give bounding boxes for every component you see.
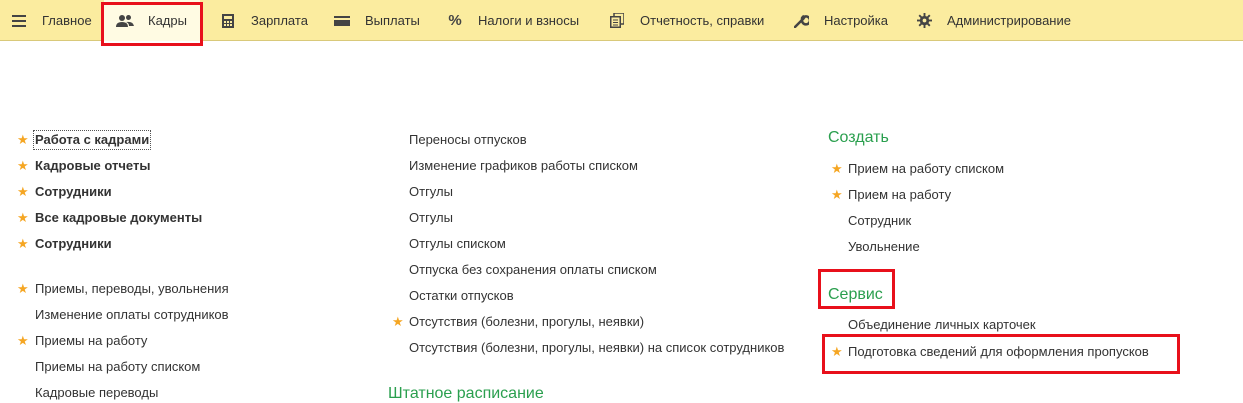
section-create-title: Создать <box>828 129 889 146</box>
star-icon: ★ <box>831 344 843 359</box>
gear-icon <box>915 13 933 29</box>
menu-main-label: Главное <box>42 13 92 28</box>
link-create-employee[interactable]: Сотрудник <box>848 213 911 229</box>
menu-salary[interactable]: Зарплата <box>219 0 308 41</box>
link-unpaid-leave-list[interactable]: Отпуска без сохранения оплаты списком <box>409 262 657 278</box>
link-merge-cards[interactable]: Объединение личных карточек <box>848 317 1036 333</box>
menu-payments[interactable]: Выплаты <box>333 0 420 41</box>
hamburger-icon <box>10 13 28 29</box>
link-create-hire[interactable]: Прием на работу <box>848 187 951 203</box>
link-hr-reports[interactable]: Кадровые отчеты <box>35 158 150 174</box>
link-prepare-pass-info[interactable]: Подготовка сведений для оформления пропу… <box>848 344 1149 360</box>
menu-hr-label: Кадры <box>148 13 187 28</box>
calculator-icon <box>219 13 237 29</box>
star-icon: ★ <box>392 314 404 329</box>
menu-reports[interactable]: Отчетность, справки <box>608 0 764 41</box>
menu-hr[interactable]: Кадры <box>104 0 200 41</box>
users-icon <box>116 13 134 29</box>
star-icon: ★ <box>17 184 29 199</box>
link-vacation-transfers[interactable]: Переносы отпусков <box>409 132 527 148</box>
menu-admin-label: Администрирование <box>947 13 1071 28</box>
link-vacation-balances[interactable]: Остатки отпусков <box>409 288 514 304</box>
star-icon: ★ <box>17 333 29 348</box>
menu-main[interactable]: Главное <box>10 0 92 41</box>
link-time-off-list[interactable]: Отгулы списком <box>409 236 506 252</box>
menu-admin[interactable]: Администрирование <box>915 0 1071 41</box>
link-hires-transfers-dismissals[interactable]: Приемы, переводы, увольнения <box>35 281 229 297</box>
link-absences-list[interactable]: Отсутствия (болезни, прогулы, неявки) на… <box>409 340 784 356</box>
percent-icon: % <box>448 12 462 29</box>
star-icon: ★ <box>17 281 29 296</box>
menu-reports-label: Отчетность, справки <box>640 13 765 28</box>
link-create-hire-list[interactable]: Прием на работу списком <box>848 161 1004 177</box>
link-all-hr-documents[interactable]: Все кадровые документы <box>35 210 202 226</box>
menu-settings-label: Настройка <box>824 13 888 28</box>
link-work-with-hr[interactable]: Работа с кадрами <box>32 130 152 150</box>
menu-settings[interactable]: Настройка <box>792 0 888 41</box>
star-icon: ★ <box>17 236 29 251</box>
wallet-icon <box>333 13 351 29</box>
documents-icon <box>608 13 626 29</box>
star-icon: ★ <box>831 161 843 176</box>
star-icon: ★ <box>17 210 29 225</box>
link-employees[interactable]: Сотрудники <box>35 184 112 200</box>
star-icon: ★ <box>17 158 29 173</box>
link-hires-list[interactable]: Приемы на работу списком <box>35 359 200 375</box>
section-staffing-title: Штатное расписание <box>388 385 544 402</box>
link-schedule-changes-list[interactable]: Изменение графиков работы списком <box>409 158 638 174</box>
link-employees-2[interactable]: Сотрудники <box>35 236 112 252</box>
menu-taxes[interactable]: % Налоги и взносы <box>446 0 579 41</box>
link-create-dismissal[interactable]: Увольнение <box>848 239 920 255</box>
section-service-title: Сервис <box>828 286 883 303</box>
star-icon: ★ <box>831 187 843 202</box>
menu-payments-label: Выплаты <box>365 13 420 28</box>
star-icon: ★ <box>17 132 29 147</box>
link-hires[interactable]: Приемы на работу <box>35 333 147 349</box>
link-absences[interactable]: Отсутствия (болезни, прогулы, неявки) <box>409 314 644 330</box>
menu-salary-label: Зарплата <box>251 13 308 28</box>
menu-taxes-label: Налоги и взносы <box>478 13 580 28</box>
wrench-icon <box>792 13 810 29</box>
link-time-off[interactable]: Отгулы <box>409 184 453 200</box>
link-time-off-2[interactable]: Отгулы <box>409 210 453 226</box>
link-pay-changes[interactable]: Изменение оплаты сотрудников <box>35 307 229 323</box>
top-menu-bar: Главное Кадры Зарплата Выплаты % Налоги … <box>0 0 1243 41</box>
